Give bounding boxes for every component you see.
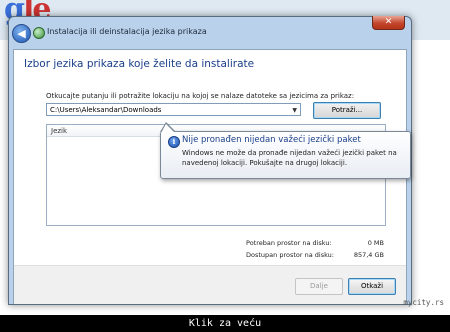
language-globe-icon — [33, 27, 45, 39]
next-button[interactable]: Dalje — [295, 278, 343, 295]
required-space-label: Potreban prostor na disku: — [246, 239, 332, 247]
window-title: Instalacija ili deinstalacija jezika pri… — [47, 27, 207, 36]
screen: gle ✕ ◀ Instalacija ili deinstalacija je… — [0, 0, 450, 315]
tooltip-tail-fill — [161, 124, 175, 133]
enlarge-caption-link[interactable]: Klik za veću — [0, 315, 450, 332]
required-space-value: 0 MB — [367, 239, 384, 247]
tooltip-title: Nije pronađen nijedan važeći jezički pak… — [182, 135, 361, 145]
browse-button[interactable]: Potraži... — [313, 102, 381, 119]
dropdown-arrow-icon[interactable]: ▼ — [292, 104, 297, 117]
path-instruction: Otkucajte putanju ili potražite lokaciju… — [46, 92, 355, 100]
info-icon: i — [168, 136, 180, 148]
tooltip-message: Windows ne može da pronađe nijedan važeć… — [182, 149, 397, 167]
available-space-value: 857,4 GB — [353, 251, 384, 259]
dialog-footer: Dalje Otkaži — [14, 265, 406, 304]
cancel-button[interactable]: Otkaži — [348, 278, 396, 295]
watermark: mycity.rs — [403, 298, 444, 307]
back-button[interactable]: ◀ — [12, 24, 31, 43]
title-bar: ◀ Instalacija ili deinstalacija jezika p… — [9, 17, 411, 49]
page-heading: Izbor jezika prikaza koje želite da inst… — [24, 58, 255, 70]
error-tooltip: i Nije pronađen nijedan važeći jezički p… — [160, 131, 411, 179]
back-arrow-icon: ◀ — [17, 27, 26, 40]
path-combobox[interactable]: C:\Users\Aleksandar\Downloads ▼ — [46, 103, 301, 116]
available-space-label: Dostupan prostor na disku: — [246, 251, 334, 259]
path-input-value[interactable]: C:\Users\Aleksandar\Downloads — [50, 106, 161, 114]
